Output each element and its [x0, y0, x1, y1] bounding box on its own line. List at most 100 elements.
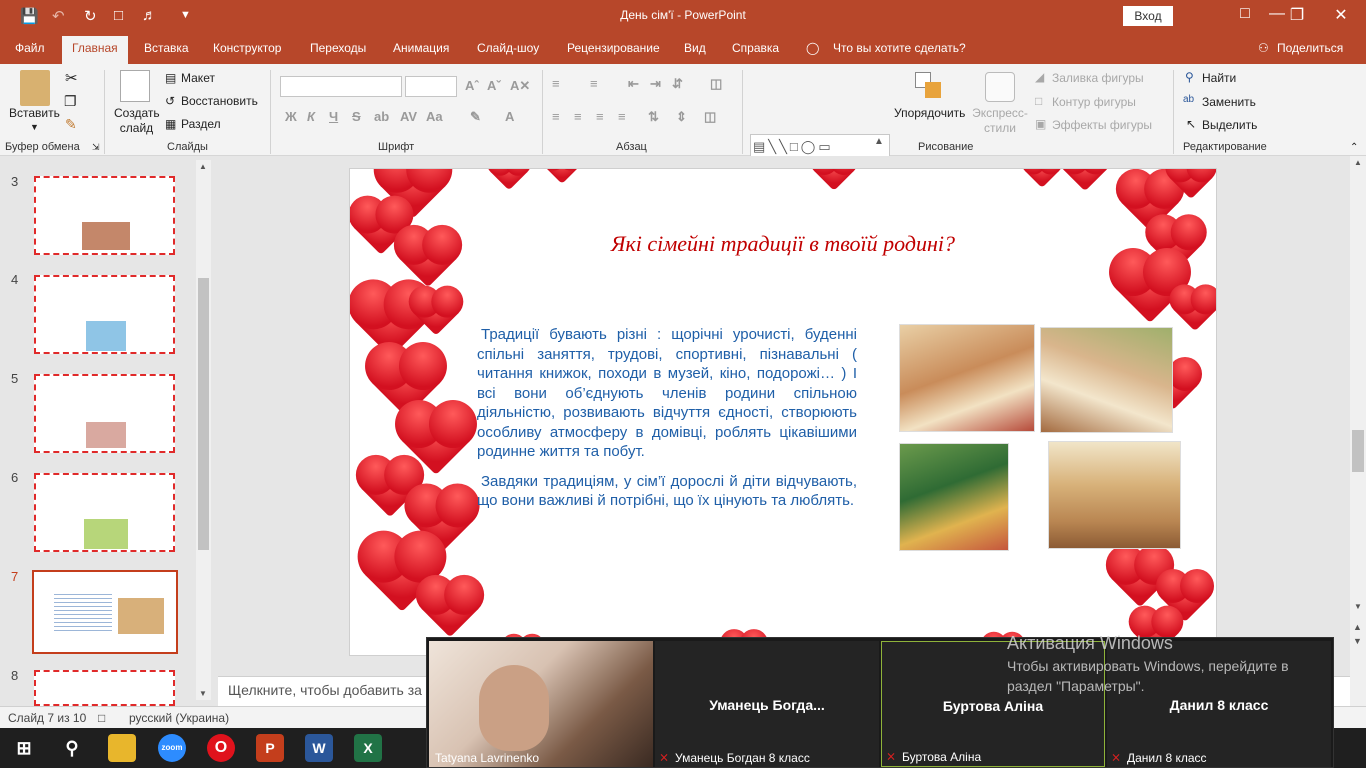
format-painter-icon[interactable]: ✎: [65, 116, 77, 133]
align-right-icon[interactable]: ≡: [596, 109, 604, 124]
share-icon[interactable]: ⚇: [1258, 41, 1269, 55]
paste-dropdown-icon[interactable]: ▼: [30, 122, 39, 132]
next-slide-icon[interactable]: ▼: [1353, 636, 1362, 646]
cut-icon[interactable]: ✂: [65, 69, 78, 87]
clipboard-launcher-icon[interactable]: ⇲: [92, 142, 100, 153]
collapse-ribbon-icon[interactable]: ⌃: [1350, 142, 1358, 153]
slide-title[interactable]: Які сімейні традиції в твоїй родині?: [350, 231, 1216, 257]
replace-button[interactable]: Заменить: [1202, 95, 1256, 109]
slide-thumbnail[interactable]: [34, 670, 175, 706]
tab-help[interactable]: Справка: [732, 41, 779, 55]
tab-view[interactable]: Вид: [684, 41, 706, 55]
christmas-tree-image[interactable]: [899, 443, 1009, 551]
video-tile[interactable]: Уманець Богда... ⨯ Уманець Богдан 8 клас…: [655, 641, 879, 767]
highlight-icon[interactable]: ✎: [470, 109, 481, 125]
tab-home[interactable]: Главная: [62, 36, 128, 64]
ribbon-display-icon[interactable]: □: [1230, 5, 1260, 23]
start-icon[interactable]: ⊞: [10, 734, 38, 762]
scroll-up-icon[interactable]: ▲: [199, 162, 207, 171]
tab-design[interactable]: Конструктор: [213, 41, 281, 55]
word-icon[interactable]: W: [305, 734, 333, 762]
select-button[interactable]: Выделить: [1202, 118, 1257, 132]
tab-review[interactable]: Рецензирование: [567, 41, 660, 55]
powerpoint-icon[interactable]: P: [256, 734, 284, 762]
close-icon[interactable]: ✕: [1326, 5, 1356, 25]
line-spacing-icon[interactable]: ⇵: [672, 76, 683, 92]
align-text-icon[interactable]: ⇕: [676, 109, 687, 125]
section-button[interactable]: Раздел: [181, 117, 221, 131]
case-icon[interactable]: AV: [400, 109, 417, 124]
current-slide[interactable]: Які сімейні традиції в твоїй родині? Тра…: [349, 168, 1217, 656]
slide-thumbnail[interactable]: [34, 176, 175, 255]
quick-styles-icon[interactable]: [985, 72, 1015, 102]
scrollbar-thumb[interactable]: [198, 278, 209, 550]
smartart-icon[interactable]: ◫: [704, 109, 716, 125]
holiday-food-image[interactable]: [1048, 441, 1181, 549]
spellcheck-icon[interactable]: □: [98, 711, 105, 725]
align-left-icon[interactable]: ≡: [552, 109, 560, 124]
slide-thumbnail[interactable]: [34, 473, 175, 552]
italic-icon[interactable]: К: [307, 109, 315, 124]
language-indicator[interactable]: русский (Украина): [129, 711, 229, 725]
scrollbar-thumb[interactable]: [1352, 430, 1364, 472]
slide-scrollbar[interactable]: ▲ ▼ ▲ ▼: [1350, 156, 1366, 706]
share-button[interactable]: Поделиться: [1277, 41, 1343, 55]
find-button[interactable]: Найти: [1202, 71, 1236, 85]
new-slide-icon[interactable]: [120, 70, 150, 102]
numbering-icon[interactable]: ≡: [590, 76, 598, 91]
slide-thumbnail[interactable]: [34, 374, 175, 453]
justify-icon[interactable]: ≡: [618, 109, 626, 124]
shape-outline-button[interactable]: Контур фигуры: [1052, 95, 1136, 109]
video-tile-self[interactable]: Tatyana Lavrinenko: [429, 641, 653, 767]
opera-icon[interactable]: O: [207, 734, 235, 762]
maximize-icon[interactable]: ❐: [1282, 5, 1312, 25]
decrease-font-icon[interactable]: Aˇ: [487, 78, 501, 93]
shape-effects-button[interactable]: Эффекты фигуры: [1052, 118, 1152, 132]
thumbnail-scrollbar[interactable]: ▲ ▼: [196, 160, 211, 700]
search-icon[interactable]: ⚲: [58, 734, 86, 762]
font-color-icon[interactable]: A: [505, 109, 514, 124]
family-celebration-image[interactable]: [899, 324, 1035, 432]
paste-icon[interactable]: [20, 70, 50, 106]
increase-font-icon[interactable]: Aˆ: [465, 78, 479, 93]
slide-thumbnail[interactable]: [34, 275, 175, 354]
slide-thumbnail-selected[interactable]: [32, 570, 178, 654]
text-direction-icon[interactable]: ⇅: [648, 109, 659, 125]
tab-slideshow[interactable]: Слайд-шоу: [477, 41, 539, 55]
paste-button[interactable]: Вставить: [9, 106, 60, 120]
tab-transitions[interactable]: Переходы: [310, 41, 366, 55]
layout-button[interactable]: Макет: [181, 71, 215, 85]
excel-icon[interactable]: X: [354, 734, 382, 762]
shape-fill-button[interactable]: Заливка фигуры: [1052, 71, 1144, 85]
file-explorer-icon[interactable]: [108, 734, 136, 762]
change-case-icon[interactable]: Aa: [426, 109, 443, 124]
slide-body-text[interactable]: Традиції бувають різні : щорічні урочист…: [477, 325, 857, 521]
char-spacing-icon[interactable]: ab: [374, 109, 389, 124]
decrease-indent-icon[interactable]: ⇤: [628, 76, 639, 92]
scroll-down-icon[interactable]: ▼: [1354, 602, 1362, 611]
new-slide-button[interactable]: Создать слайд: [114, 106, 160, 136]
columns-icon[interactable]: ◫: [710, 76, 722, 92]
arrange-icon[interactable]: [915, 72, 943, 100]
increase-indent-icon[interactable]: ⇥: [650, 76, 661, 92]
tell-me-search[interactable]: Что вы хотите сделать?: [833, 41, 966, 55]
quick-styles-button[interactable]: Экспресс-стили: [970, 106, 1030, 136]
tab-animations[interactable]: Анимация: [393, 41, 449, 55]
previous-slide-icon[interactable]: ▲: [1353, 622, 1362, 632]
family-table-image[interactable]: [1040, 327, 1173, 433]
align-center-icon[interactable]: ≡: [574, 109, 582, 124]
scroll-down-icon[interactable]: ▼: [199, 689, 207, 698]
bullets-icon[interactable]: ≡: [552, 76, 560, 91]
shapes-scroll-icon[interactable]: ▲: [874, 136, 884, 147]
tab-insert[interactable]: Вставка: [144, 41, 189, 55]
tab-file[interactable]: Файл: [15, 41, 45, 55]
font-name-combo[interactable]: [280, 76, 402, 97]
bold-icon[interactable]: Ж: [285, 109, 297, 124]
zoom-icon[interactable]: zoom: [158, 734, 186, 762]
font-size-combo[interactable]: [405, 76, 457, 97]
copy-icon[interactable]: ❐: [64, 93, 77, 110]
scroll-up-icon[interactable]: ▲: [1354, 158, 1362, 167]
reset-button[interactable]: Восстановить: [181, 94, 258, 108]
underline-icon[interactable]: Ч: [329, 109, 338, 124]
arrange-button[interactable]: Упорядочить: [894, 106, 965, 120]
